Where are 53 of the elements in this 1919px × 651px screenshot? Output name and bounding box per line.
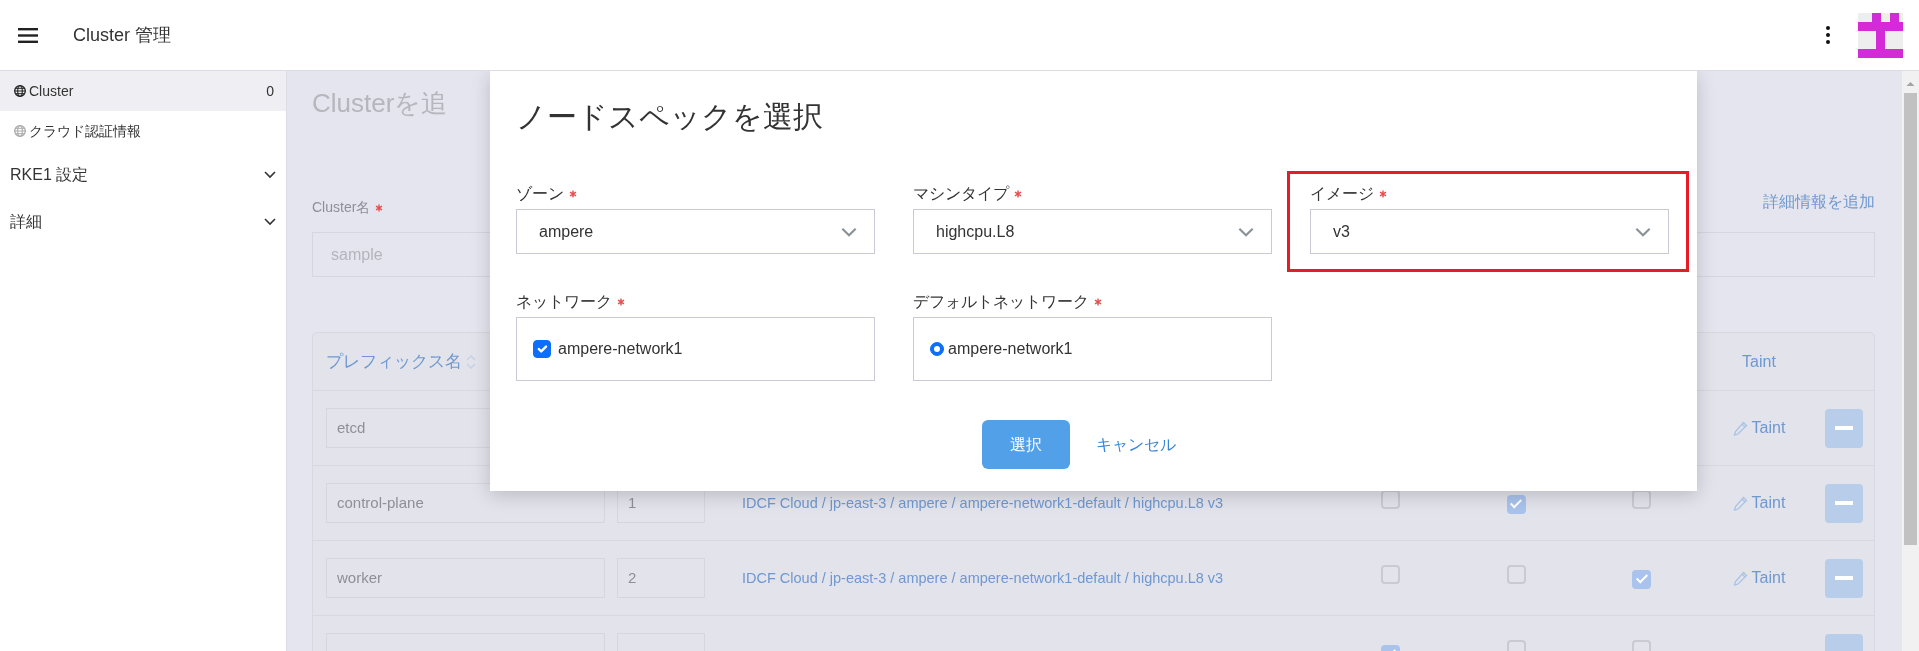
node-spec-link[interactable]: IDCF Cloud / jp-east-3 / ampere / ampere-network1-default / highcpu.L8 v3 (742, 495, 1224, 511)
sidebar-group-toggle[interactable]: RKE1 設定 (10, 162, 89, 187)
remove-button[interactable] (1825, 558, 1863, 598)
option-text: ampere-network1 (558, 339, 683, 359)
minus-icon (1835, 576, 1853, 580)
checkbox[interactable] (1506, 565, 1526, 584)
field-label: デフォルトネットワーク (913, 292, 1089, 312)
option-label[interactable]: ampere-network1 (930, 337, 1073, 361)
dialog-title: ノードスペックを選択 (516, 99, 824, 135)
pencil-icon (1732, 570, 1748, 586)
avatar-icon[interactable] (1858, 12, 1903, 58)
node-spec-link[interactable]: IDCF Cloud / jp-east-3 / ampere / ampere-network1-default / highcpu.L8 v3 (742, 570, 1224, 586)
add-details-link[interactable]: 詳細情報を追加 (1763, 190, 1875, 214)
sidebar-item[interactable]: クラウド認証情報 (0, 111, 286, 151)
dropdown[interactable]: v3 (1310, 209, 1669, 254)
pencil-icon (1732, 420, 1748, 436)
remove-button[interactable] (1825, 408, 1863, 448)
cancel-link[interactable]: キャンセル (1095, 432, 1176, 457)
scrollbar[interactable] (1902, 71, 1919, 651)
field-label: マシンタイプ (913, 184, 1009, 204)
checkbox[interactable] (1380, 565, 1400, 584)
number-field[interactable]: 2 (617, 558, 705, 598)
minus-icon (1835, 501, 1853, 505)
sort-icon (466, 354, 476, 369)
globe-icon (14, 125, 26, 137)
option-text: ampere-network1 (948, 339, 1073, 359)
column-header: Taint (1742, 352, 1776, 370)
checkbox[interactable] (533, 340, 551, 358)
dropdown[interactable]: highcpu.L8 (913, 209, 1272, 254)
dropdown[interactable]: ampere (516, 209, 875, 254)
app-title: Cluster 管理 (73, 23, 171, 47)
field-label: イメージ (1310, 184, 1374, 204)
checkbox[interactable] (1506, 494, 1526, 514)
text-field[interactable]: worker (326, 558, 605, 598)
checkbox[interactable] (1632, 569, 1651, 589)
column-header[interactable]: プレフィックス名 (326, 348, 462, 375)
option-label[interactable]: ampere-network1 (533, 337, 683, 361)
field-label: Cluster名 (312, 198, 371, 217)
taint-link[interactable]: Taint (1732, 566, 1786, 590)
minus-icon (1835, 426, 1853, 430)
remove-button[interactable] (1825, 483, 1863, 523)
radio-button[interactable] (930, 342, 944, 356)
sidebar-item[interactable]: Cluster 0 (0, 71, 286, 111)
menu-icon[interactable] (18, 27, 38, 43)
more-icon[interactable] (1826, 26, 1830, 44)
taint-link[interactable]: Taint (1732, 416, 1786, 440)
field-label: ゾーン (516, 184, 564, 204)
pencil-icon (1732, 495, 1748, 511)
field-label: ネットワーク (516, 292, 612, 312)
taint-link[interactable]: Taint (1732, 491, 1786, 515)
globe-icon (14, 85, 26, 97)
sidebar-group-toggle[interactable]: 詳細 (10, 209, 42, 234)
select-button[interactable]: 選択 (981, 420, 1070, 469)
